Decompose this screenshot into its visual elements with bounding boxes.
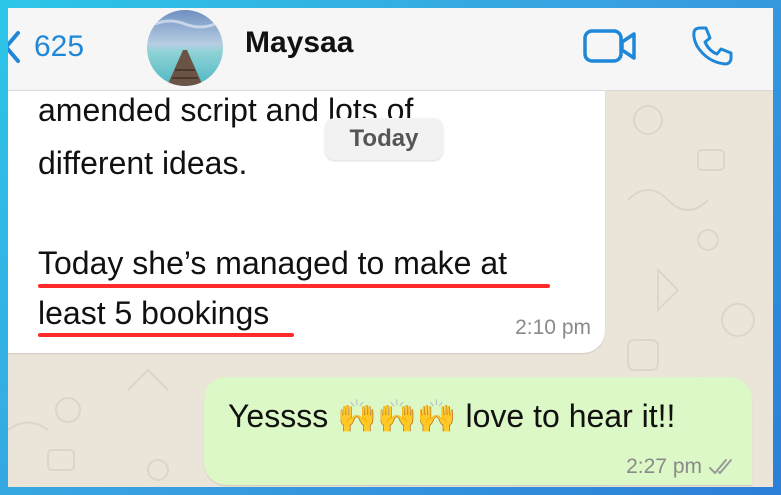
message-text: Yessss 🙌🙌🙌 love to hear it!! [228, 398, 676, 434]
message-line-highlighted: Today she’s managed to make at [38, 245, 508, 281]
chat-window: 625 Maysaa amended script and lots of di… [8, 8, 773, 487]
date-separator: Today [325, 118, 443, 160]
contact-name[interactable]: Maysaa [245, 26, 353, 60]
outgoing-message[interactable]: Yessss 🙌🙌🙌 love to hear it!! 2:27 pm [204, 377, 752, 485]
unread-count: 625 [34, 30, 85, 63]
pier-photo-icon [147, 10, 223, 86]
video-call-button[interactable] [582, 28, 638, 69]
back-button[interactable]: 625 [8, 22, 84, 72]
phone-icon [692, 26, 733, 66]
voice-call-button[interactable] [688, 22, 736, 75]
message-time: 2:10 pm [515, 316, 591, 339]
incoming-message[interactable]: amended script and lots of different ide… [8, 68, 605, 353]
video-camera-icon [583, 29, 636, 63]
message-line: different ideas. [38, 145, 248, 181]
chat-header: 625 Maysaa [8, 8, 773, 91]
avatar[interactable] [147, 10, 223, 86]
double-check-icon [709, 459, 732, 474]
message-time: 2:27 pm [626, 455, 702, 478]
red-underline [38, 333, 294, 337]
message-line-highlighted: least 5 bookings [38, 295, 270, 331]
message-meta: 2:27 pm [626, 455, 738, 479]
chevron-left-icon [8, 31, 20, 63]
